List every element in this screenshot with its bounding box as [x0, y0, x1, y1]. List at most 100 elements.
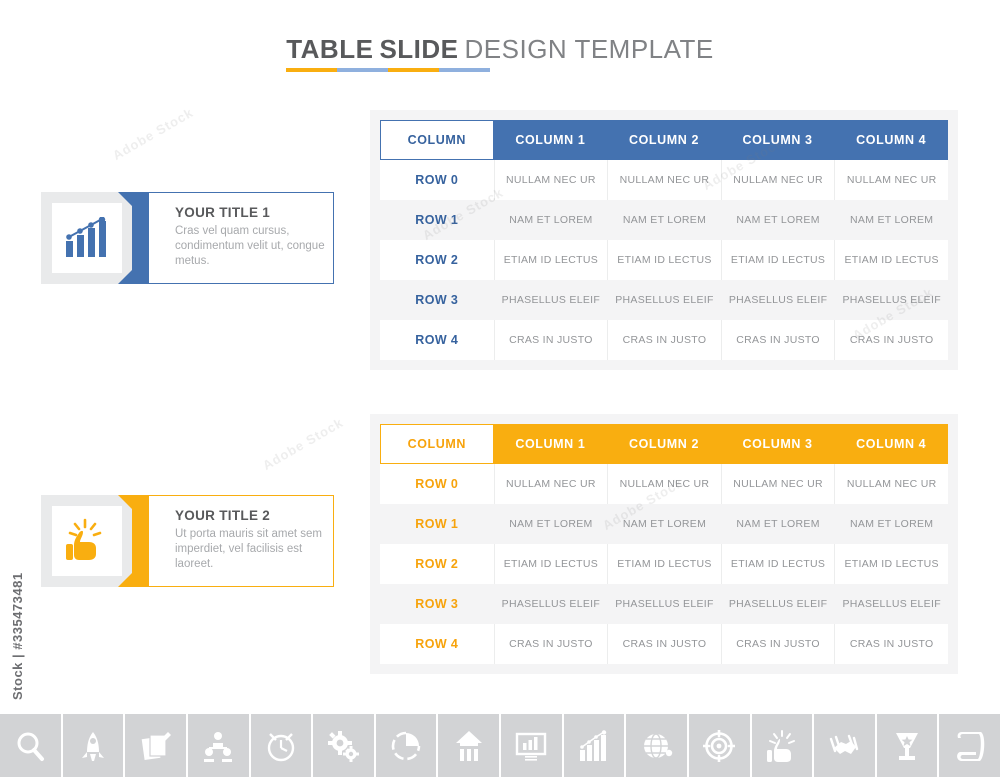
- table-body: ROW 0 NULLAM NEC UR NULLAM NEC UR NULLAM NE…: [380, 464, 948, 664]
- icon-library-strip: [0, 714, 1000, 777]
- icon-cell-target-icon[interactable]: [688, 714, 752, 777]
- table-header-cell[interactable]: COLUMN 4: [834, 424, 948, 464]
- trophy-icon: [896, 732, 919, 760]
- table-row[interactable]: ROW 3 PHASELLUS ELEIF PHASELLUS ELEIF PHASE…: [380, 280, 948, 320]
- table-cell: CRAS IN JUSTO: [493, 320, 608, 360]
- icon-cell-magnifier-icon[interactable]: [0, 714, 63, 777]
- table-cell: ETIAM ID LECTUS: [834, 240, 948, 280]
- table-cell: ETIAM ID LECTUS: [607, 544, 721, 584]
- table-cell: NAM ET LOREM: [493, 200, 608, 240]
- table-cell: PHASELLUS ELEIF: [493, 584, 608, 624]
- icon-cell-gears-icon[interactable]: [313, 714, 376, 777]
- bar-chart-icon: [579, 729, 607, 761]
- page-title: TABLE SLIDE DESIGN TEMPLATE: [0, 34, 1000, 72]
- table-cell: CRAS IN JUSTO: [720, 624, 835, 664]
- table-cell: CRAS IN JUSTO: [720, 320, 835, 360]
- table-row-label: ROW 3: [380, 280, 494, 320]
- presentation-monitor-icon: [516, 732, 547, 761]
- table-cell: NULLAM NEC UR: [493, 160, 608, 200]
- table-cell: NULLAM NEC UR: [493, 464, 608, 504]
- table-cell: NULLAM NEC UR: [720, 160, 835, 200]
- title-bold-table: TABLE: [286, 34, 374, 64]
- watermark-id: Stock | #335473481: [10, 572, 25, 700]
- clock-icon: [267, 732, 295, 761]
- table-header-corner[interactable]: COLUMN: [380, 120, 494, 160]
- table-row[interactable]: ROW 2 ETIAM ID LECTUS ETIAM ID LECTUS ETIAM…: [380, 240, 948, 280]
- table-header-corner[interactable]: COLUMN: [380, 424, 494, 464]
- table-cell: PHASELLUS ELEIF: [493, 280, 608, 320]
- icon-cell-presentation-monitor-icon[interactable]: [501, 714, 564, 777]
- data-table-blue: COLUMN COLUMN 1 COLUMN 2 COLUMN 3 COLUMN 4 R…: [380, 120, 948, 360]
- icon-cell-trophy-icon[interactable]: [876, 714, 940, 777]
- table-cell: ETIAM ID LECTUS: [720, 544, 835, 584]
- table-row[interactable]: ROW 1 NAM ET LOREM NAM ET LOREM NAM ET LORE…: [380, 504, 948, 544]
- title-underline: [286, 68, 491, 72]
- up-arrow-icon: [455, 730, 482, 761]
- table-row-label: ROW 4: [380, 624, 494, 664]
- table-row-label: ROW 4: [380, 320, 494, 360]
- table-cell: CRAS IN JUSTO: [834, 320, 948, 360]
- data-table-orange: COLUMN COLUMN 1 COLUMN 2 COLUMN 3 COLUMN 4 R…: [380, 424, 948, 664]
- card-1-text-box: YOUR TITLE 1 Cras vel quam cursus, condi…: [148, 192, 334, 284]
- table-cell: ETIAM ID LECTUS: [834, 544, 948, 584]
- table-body: ROW 0 NULLAM NEC UR NULLAM NEC UR NULLAM NE…: [380, 160, 948, 360]
- icon-cell-clock-icon[interactable]: [250, 714, 314, 777]
- document-pen-icon: [141, 731, 171, 760]
- feature-card-1[interactable]: YOUR TITLE 1 Cras vel quam cursus, condi…: [41, 192, 334, 284]
- table-row[interactable]: ROW 2 ETIAM ID LECTUS ETIAM ID LECTUS ETIAM…: [380, 544, 948, 584]
- table-cell: NAM ET LOREM: [834, 504, 948, 544]
- table-row[interactable]: ROW 4 CRAS IN JUSTO CRAS IN JUSTO CRAS IN J…: [380, 320, 948, 360]
- table-header-cell[interactable]: COLUMN 3: [720, 424, 835, 464]
- table-header-row: COLUMN COLUMN 1 COLUMN 2 COLUMN 3 COLUMN 4: [380, 120, 948, 160]
- feature-card-2[interactable]: YOUR TITLE 2 Ut porta mauris sit amet se…: [41, 495, 334, 587]
- table-row[interactable]: ROW 3 PHASELLUS ELEIF PHASELLUS ELEIF PHASE…: [380, 584, 948, 624]
- watermark-text: Adobe Stock: [260, 414, 346, 473]
- table-header-cell[interactable]: COLUMN 4: [834, 120, 948, 160]
- table-header-cell[interactable]: COLUMN 1: [493, 120, 608, 160]
- table-cell: NAM ET LOREM: [834, 200, 948, 240]
- card-1-description: Cras vel quam cursus, condimentum velit …: [175, 225, 325, 267]
- table-row[interactable]: ROW 1 NAM ET LOREM NAM ET LOREM NAM ET LORE…: [380, 200, 948, 240]
- icon-cell-globe-icon[interactable]: [626, 714, 689, 777]
- table-cell: NULLAM NEC UR: [607, 464, 721, 504]
- table-header-cell[interactable]: COLUMN 2: [607, 120, 721, 160]
- table-cell: ETIAM ID LECTUS: [720, 240, 835, 280]
- table-cell: ETIAM ID LECTUS: [493, 240, 608, 280]
- table-cell: PHASELLUS ELEIF: [720, 280, 835, 320]
- scroll-document-icon: [956, 731, 984, 761]
- icon-cell-pie-chart-icon[interactable]: [375, 714, 439, 777]
- icon-cell-document-pen-icon[interactable]: [125, 714, 188, 777]
- table-cell: CRAS IN JUSTO: [493, 624, 608, 664]
- table-row[interactable]: ROW 0 NULLAM NEC UR NULLAM NEC UR NULLAM NE…: [380, 464, 948, 504]
- table-row-label: ROW 2: [380, 544, 494, 584]
- thumbs-up-icon: [766, 729, 795, 762]
- table-cell: NAM ET LOREM: [493, 504, 608, 544]
- table-cell: CRAS IN JUSTO: [607, 624, 721, 664]
- slide-canvas: TABLE SLIDE DESIGN TEMPLATE YOUR TITLE 1…: [0, 0, 1000, 777]
- globe-icon: [643, 732, 672, 759]
- table-panel-orange: COLUMN COLUMN 1 COLUMN 2 COLUMN 3 COLUMN 4 R…: [370, 414, 958, 674]
- table-cell: NAM ET LOREM: [607, 504, 721, 544]
- card-1-title: YOUR TITLE 1: [175, 205, 271, 220]
- table-cell: NULLAM NEC UR: [834, 464, 948, 504]
- card-2-title: YOUR TITLE 2: [175, 508, 271, 523]
- table-header-cell[interactable]: COLUMN 2: [607, 424, 721, 464]
- icon-cell-up-arrow-icon[interactable]: [438, 714, 501, 777]
- table-row[interactable]: ROW 4 CRAS IN JUSTO CRAS IN JUSTO CRAS IN J…: [380, 624, 948, 664]
- icon-cell-scroll-document-icon[interactable]: [939, 714, 1000, 777]
- table-cell: NAM ET LOREM: [720, 200, 835, 240]
- table-row-label: ROW 0: [380, 464, 494, 504]
- table-header-cell[interactable]: COLUMN 1: [493, 424, 608, 464]
- table-cell: NULLAM NEC UR: [834, 160, 948, 200]
- table-cell: ETIAM ID LECTUS: [607, 240, 721, 280]
- icon-cell-handshake-icon[interactable]: [814, 714, 877, 777]
- icon-cell-bar-chart-icon[interactable]: [563, 714, 627, 777]
- icon-cell-rocket-icon[interactable]: [62, 714, 126, 777]
- table-cell: NULLAM NEC UR: [607, 160, 721, 200]
- icon-cell-org-chart-icon[interactable]: [187, 714, 251, 777]
- handshake-icon: [830, 734, 859, 754]
- icon-cell-thumbs-up-icon[interactable]: [751, 714, 815, 777]
- table-row[interactable]: ROW 0 NULLAM NEC UR NULLAM NEC UR NULLAM NE…: [380, 160, 948, 200]
- table-header-cell[interactable]: COLUMN 3: [720, 120, 835, 160]
- title-light: DESIGN TEMPLATE: [464, 34, 714, 64]
